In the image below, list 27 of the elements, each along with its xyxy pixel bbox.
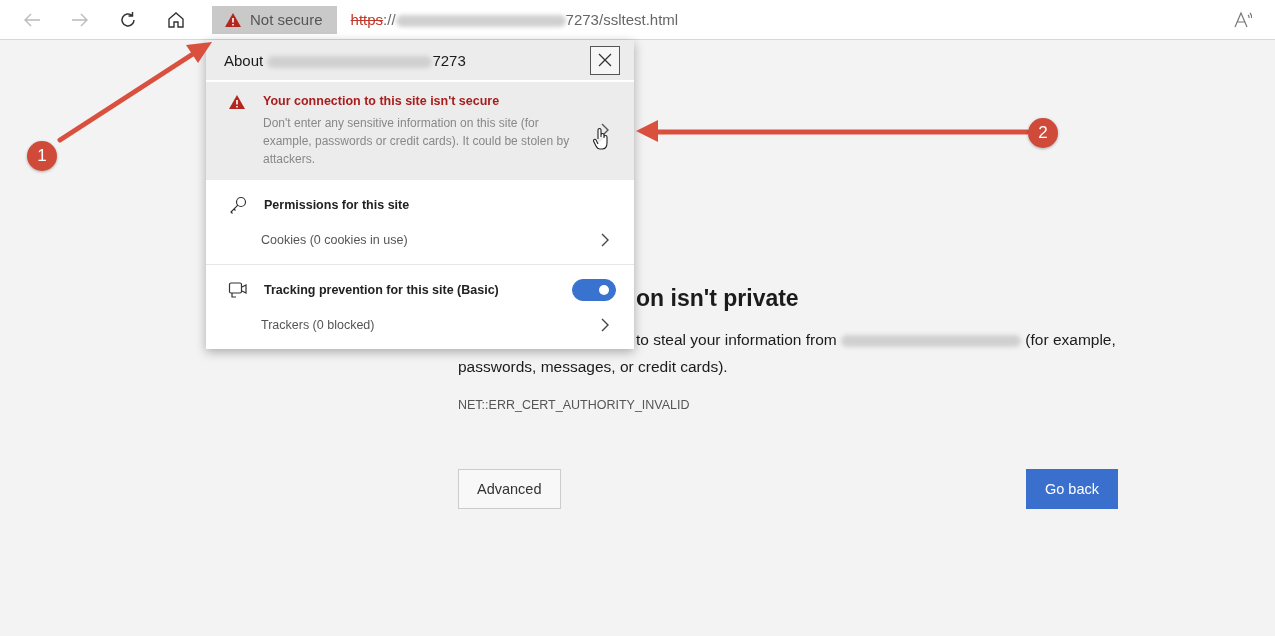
chevron-icon [600, 232, 610, 248]
warning-description: Don't enter any sensitive information on this site (for example, passwords or credit cards). It could be stolen by attackers. [263, 115, 571, 168]
section-title: Permissions for this site [264, 198, 411, 212]
read-aloud-icon[interactable] [1233, 10, 1255, 29]
step-badge: 1 [27, 141, 57, 171]
chevron-icon [600, 317, 610, 333]
section-title: Tracking prevention for this site (Basic) [264, 283, 500, 297]
popup-title: About 7273 [224, 51, 466, 69]
close-button[interactable] [590, 45, 620, 75]
tracking-icon [228, 281, 248, 299]
key-icon [228, 195, 248, 215]
hand-cursor-icon [592, 127, 610, 151]
security-chip[interactable]: Not secure [212, 5, 337, 34]
page-heading: on isn't private [636, 285, 800, 312]
tracking-toggle[interactable] [572, 279, 616, 301]
advanced-button[interactable]: Advanced [458, 469, 561, 509]
error-code: NET::ERR_CERT_AUTHORITY_INVALID [458, 398, 691, 412]
home-icon[interactable] [166, 9, 186, 30]
go-back-button[interactable]: Go back [1026, 469, 1118, 509]
warning-title: Your connection to this site isn't secure [263, 94, 501, 108]
url-text[interactable]: https:// 7273/ssltest.html [350, 11, 679, 28]
step-badge: 2 [1028, 118, 1058, 148]
warning-icon [228, 94, 246, 110]
refresh-icon[interactable] [118, 9, 138, 30]
close-icon [598, 53, 612, 67]
warning-icon [224, 11, 242, 28]
settings-row[interactable]: Cookies (0 cookies in use) [206, 222, 634, 258]
